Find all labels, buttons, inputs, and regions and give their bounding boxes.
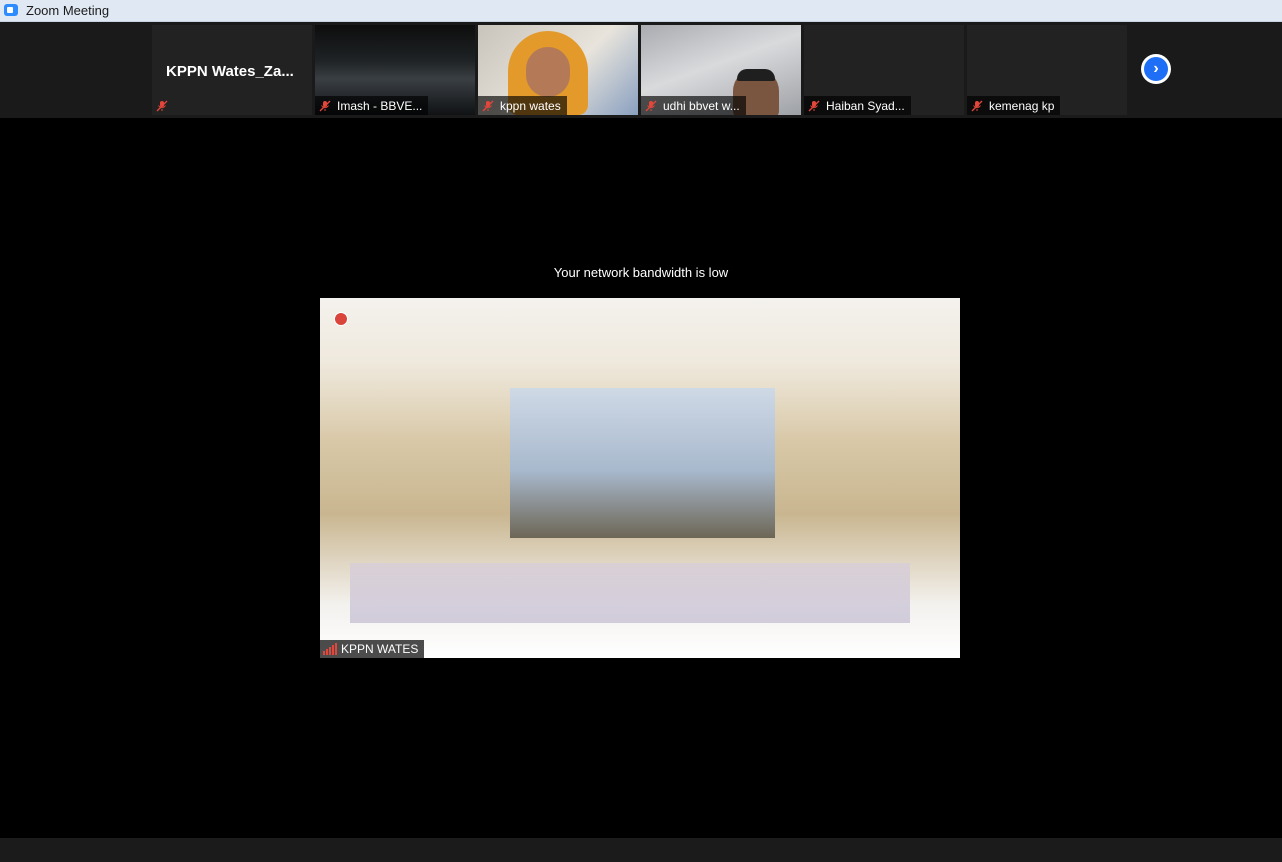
- video-table: [350, 563, 910, 623]
- participant-name: kemenag kp: [989, 98, 1055, 113]
- participant-nametag: kemenag kp: [967, 96, 1061, 115]
- participant-nametag: Haiban Syad...: [804, 96, 911, 115]
- active-speaker-nametag: KPPN WATES: [320, 640, 425, 658]
- microphone-muted-icon: [971, 100, 983, 112]
- participant-large-name: KPPN Wates_Za...: [166, 63, 294, 80]
- participant-tile[interactable]: Imash - BBVE...: [315, 25, 475, 115]
- video-backdrop: [510, 388, 775, 538]
- participant-nametag: kppn wates: [478, 96, 567, 115]
- zoom-app-icon: [4, 4, 18, 16]
- active-speaker-video[interactable]: KPPN WATES: [320, 298, 960, 658]
- next-page-button[interactable]: ›: [1141, 54, 1171, 84]
- participant-name: Haiban Syad...: [826, 98, 905, 113]
- microphone-muted-icon: [482, 100, 494, 112]
- microphone-muted-icon: [156, 100, 168, 112]
- participant-tile[interactable]: kppn wates: [478, 25, 638, 115]
- participant-tile[interactable]: udhi bbvet w...: [641, 25, 801, 115]
- participant-video-face: [526, 47, 570, 97]
- bandwidth-notice: Your network bandwidth is low: [553, 265, 729, 280]
- participant-video-hair: [737, 69, 775, 81]
- participant-nametag: Imash - BBVE...: [315, 96, 429, 115]
- participant-nametag: udhi bbvet w...: [641, 96, 746, 115]
- active-speaker-name: KPPN WATES: [341, 642, 419, 656]
- participant-strip: KPPN Wates_Za... Imash - BBVE... kppn wa…: [0, 22, 1282, 118]
- participant-tile[interactable]: Haiban Syad...: [804, 25, 964, 115]
- microphone-muted-icon: [319, 100, 331, 112]
- window-title: Zoom Meeting: [26, 3, 110, 18]
- meeting-controls-bar: [0, 838, 1282, 862]
- participant-nametag: [152, 96, 180, 115]
- participant-name: udhi bbvet w...: [663, 98, 740, 113]
- recording-indicator-icon: [334, 312, 348, 326]
- title-bar: Zoom Meeting: [0, 0, 1282, 22]
- microphone-muted-icon: [808, 100, 820, 112]
- signal-strength-icon: [323, 643, 337, 655]
- microphone-muted-icon: [645, 100, 657, 112]
- participant-tile[interactable]: KPPN Wates_Za...: [152, 25, 312, 115]
- chevron-right-icon: ›: [1144, 57, 1168, 81]
- participant-name: Imash - BBVE...: [337, 98, 423, 113]
- participant-tile[interactable]: kemenag kp: [967, 25, 1127, 115]
- participant-name: kppn wates: [500, 98, 561, 113]
